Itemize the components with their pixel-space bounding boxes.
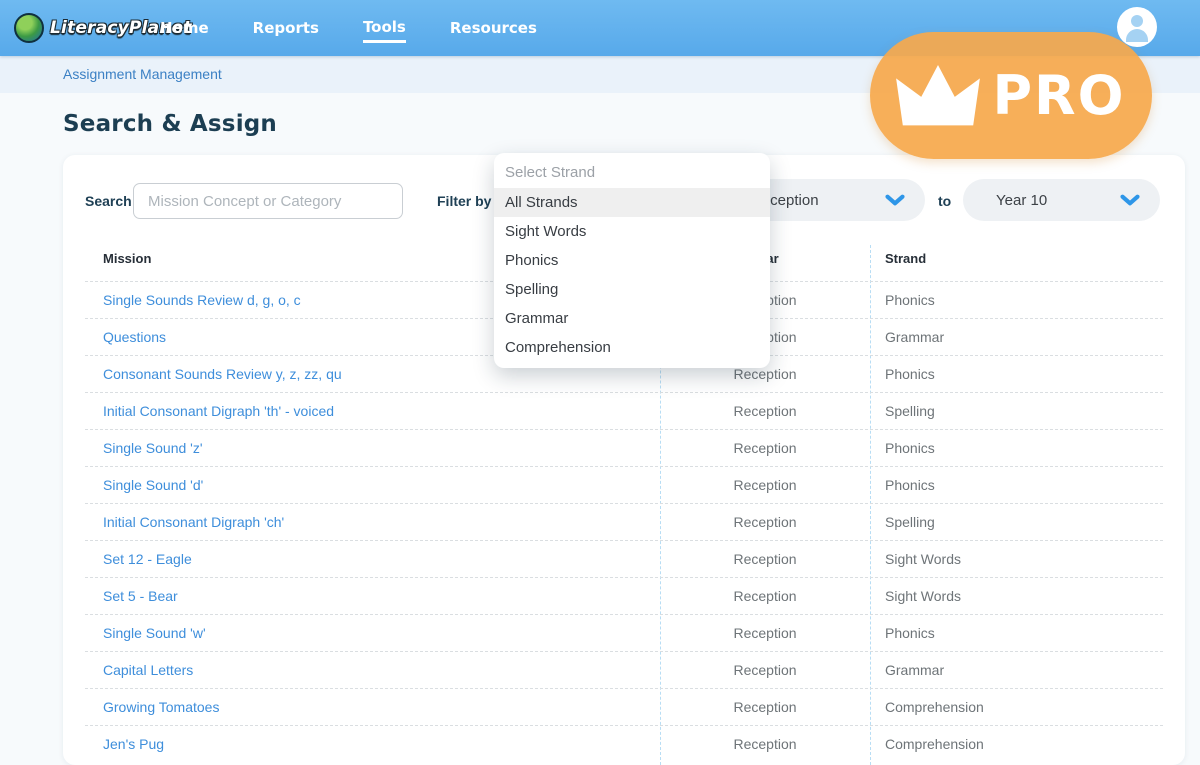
to-label: to [938, 181, 951, 221]
page-title: Search & Assign [63, 111, 277, 137]
column-header-strand: Strand [885, 251, 926, 266]
filter-by-label: Filter by [437, 181, 491, 221]
strand-option[interactable]: Phonics [494, 246, 770, 275]
year-cell: Reception [660, 652, 870, 689]
year-to-value: Year 10 [996, 192, 1047, 209]
strand-cell: Phonics [885, 615, 935, 652]
mission-link[interactable]: Capital Letters [103, 652, 193, 689]
strand-cell: Spelling [885, 393, 935, 430]
chevron-down-icon [885, 194, 905, 206]
mission-link[interactable]: Single Sound 'd' [103, 467, 203, 504]
year-cell: Reception [660, 393, 870, 430]
search-input[interactable] [133, 183, 403, 219]
column-header-mission: Mission [103, 251, 151, 266]
strand-cell: Sight Words [885, 578, 961, 615]
mission-link[interactable]: Growing Tomatoes [103, 689, 219, 726]
nav-item[interactable]: Resources [450, 15, 537, 41]
year-cell: Reception [660, 578, 870, 615]
strand-cell: Phonics [885, 356, 935, 393]
nav-items: Home Reports Tools Resources [160, 0, 537, 56]
mission-link[interactable]: Single Sound 'z' [103, 430, 203, 467]
table-row: Single Sound 'd' Reception Phonics [85, 466, 1163, 503]
table-row: Capital Letters Reception Grammar [85, 651, 1163, 688]
year-to-select[interactable]: Year 10 [963, 179, 1160, 221]
mission-link[interactable]: Questions [103, 319, 166, 356]
breadcrumb-assignment-management[interactable]: Assignment Management [63, 56, 222, 93]
user-icon-body [1126, 29, 1148, 42]
table-row: Single Sound 'w' Reception Phonics [85, 614, 1163, 651]
user-icon [1131, 15, 1143, 27]
year-cell: Reception [660, 430, 870, 467]
year-cell: Reception [660, 504, 870, 541]
strand-dropdown-menu: Select Strand All Strands Sight Words Ph… [494, 153, 770, 368]
globe-icon [14, 13, 44, 43]
strand-cell: Phonics [885, 282, 935, 319]
mission-link[interactable]: Set 12 - Eagle [103, 541, 192, 578]
strand-option[interactable]: All Strands [494, 188, 770, 217]
crown-icon [896, 65, 980, 127]
mission-link[interactable]: Initial Consonant Digraph 'th' - voiced [103, 393, 334, 430]
search-label: Search [85, 181, 132, 221]
nav-item[interactable]: Reports [253, 15, 319, 41]
strand-options: All Strands Sight Words Phonics Spelling… [494, 188, 770, 362]
nav-item[interactable]: Home [160, 15, 209, 41]
strand-cell: Sight Words [885, 541, 961, 578]
table-row: Growing Tomatoes Reception Comprehension [85, 688, 1163, 725]
table-row: Initial Consonant Digraph 'th' - voiced … [85, 392, 1163, 429]
strand-cell: Phonics [885, 467, 935, 504]
strand-option[interactable]: Spelling [494, 275, 770, 304]
strand-dropdown-placeholder: Select Strand [494, 157, 770, 188]
mission-link[interactable]: Single Sounds Review d, g, o, c [103, 282, 301, 319]
table-row: Set 5 - Bear Reception Sight Words [85, 577, 1163, 614]
year-cell: Reception [660, 615, 870, 652]
table-row: Set 12 - Eagle Reception Sight Words [85, 540, 1163, 577]
year-cell: Reception [660, 689, 870, 726]
mission-link[interactable]: Set 5 - Bear [103, 578, 178, 615]
strand-cell: Comprehension [885, 689, 984, 726]
strand-cell: Spelling [885, 504, 935, 541]
mission-link[interactable]: Single Sound 'w' [103, 615, 206, 652]
table-row: Initial Consonant Digraph 'ch' Reception… [85, 503, 1163, 540]
mission-link[interactable]: Consonant Sounds Review y, z, zz, qu [103, 356, 342, 393]
table-row: Single Sound 'z' Reception Phonics [85, 429, 1163, 466]
user-avatar-button[interactable] [1117, 7, 1157, 47]
year-cell: Reception [660, 467, 870, 504]
pro-badge-label: PRO [992, 64, 1125, 127]
year-cell: Reception [660, 541, 870, 578]
strand-option[interactable]: Grammar [494, 304, 770, 333]
strand-option[interactable]: Sight Words [494, 217, 770, 246]
table-row: Jen's Pug Reception Comprehension [85, 725, 1163, 762]
mission-link[interactable]: Initial Consonant Digraph 'ch' [103, 504, 284, 541]
chevron-down-icon [1120, 194, 1140, 206]
strand-cell: Grammar [885, 652, 944, 689]
pro-badge: PRO [870, 32, 1152, 159]
nav-item[interactable]: Tools [363, 14, 406, 43]
strand-cell: Phonics [885, 430, 935, 467]
strand-cell: Grammar [885, 319, 944, 356]
strand-option[interactable]: Comprehension [494, 333, 770, 362]
